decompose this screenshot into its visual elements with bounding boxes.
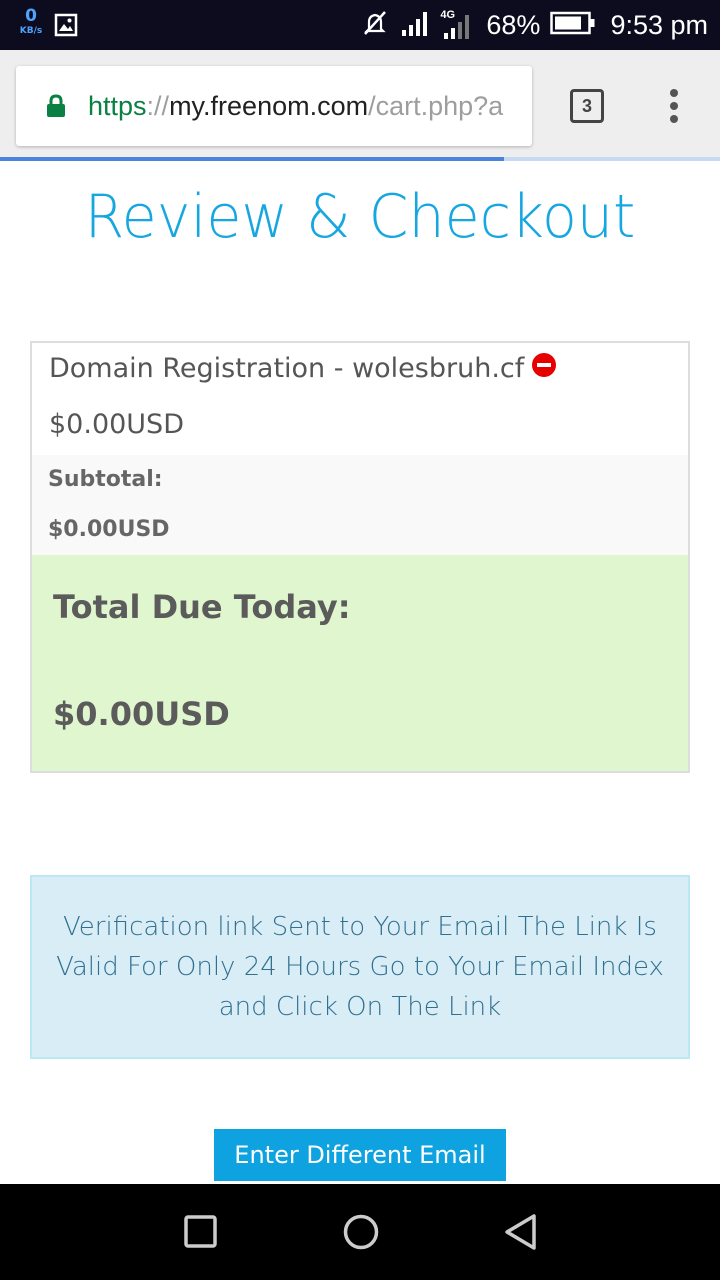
- enter-different-email-button[interactable]: Enter Different Email: [214, 1129, 506, 1181]
- network-speed: 0 KB/s: [16, 8, 46, 36]
- url-path: /cart.php?a: [368, 91, 504, 121]
- lock-icon: [46, 94, 66, 122]
- cart-item-name: Domain Registration - wolesbruh.cf: [49, 353, 525, 384]
- subtotal-section: Subtotal: $0.00USD: [32, 455, 688, 555]
- url-text: https://my.freenom.com/cart.php?a: [88, 66, 528, 146]
- total-label: Total Due Today:: [53, 588, 351, 626]
- battery-percent: 68%: [486, 9, 541, 40]
- battery-icon: [550, 11, 596, 39]
- mute-icon: [360, 8, 390, 42]
- clock: 9:53 pm: [610, 9, 708, 40]
- menu-icon[interactable]: [666, 88, 682, 130]
- cart-item-price: $0.00USD: [49, 409, 184, 440]
- total-value: $0.00USD: [53, 695, 230, 733]
- subtotal-label: Subtotal:: [48, 467, 163, 492]
- recents-icon[interactable]: [184, 1212, 218, 1256]
- tab-switcher-button[interactable]: 3: [570, 89, 604, 123]
- url-separator: ://: [146, 91, 170, 121]
- system-nav-bar: [0, 1184, 720, 1280]
- home-icon[interactable]: [342, 1212, 380, 1256]
- back-icon[interactable]: [503, 1212, 539, 1256]
- image-icon: [54, 13, 78, 41]
- status-bar: 0 KB/s 4G 68% 9:53 pm: [0, 0, 720, 50]
- cart-summary: Domain Registration - wolesbruh.cf $0.00…: [30, 341, 690, 773]
- remove-icon[interactable]: [532, 353, 557, 384]
- verification-message: Verification link Sent to Your Email The…: [56, 912, 664, 1022]
- cart-item: Domain Registration - wolesbruh.cf: [49, 353, 557, 384]
- total-section: Total Due Today: $0.00USD: [32, 555, 688, 771]
- network-speed-value: 0: [25, 6, 37, 26]
- url-host: my.freenom.com: [169, 91, 369, 121]
- url-scheme: https: [88, 91, 147, 121]
- verification-alert: Verification link Sent to Your Email The…: [30, 875, 690, 1059]
- address-bar[interactable]: https://my.freenom.com/cart.php?a: [16, 66, 532, 146]
- subtotal-value: $0.00USD: [48, 517, 170, 542]
- network-speed-unit: KB/s: [19, 26, 43, 36]
- browser-toolbar: https://my.freenom.com/cart.php?a 3: [0, 50, 720, 161]
- signal-icon: [400, 8, 430, 42]
- page-load-progress-fill: [0, 157, 504, 161]
- page-title: Review & Checkout: [84, 182, 636, 252]
- signal-4g-icon: 4G: [440, 9, 476, 41]
- page-load-progress: [0, 157, 720, 161]
